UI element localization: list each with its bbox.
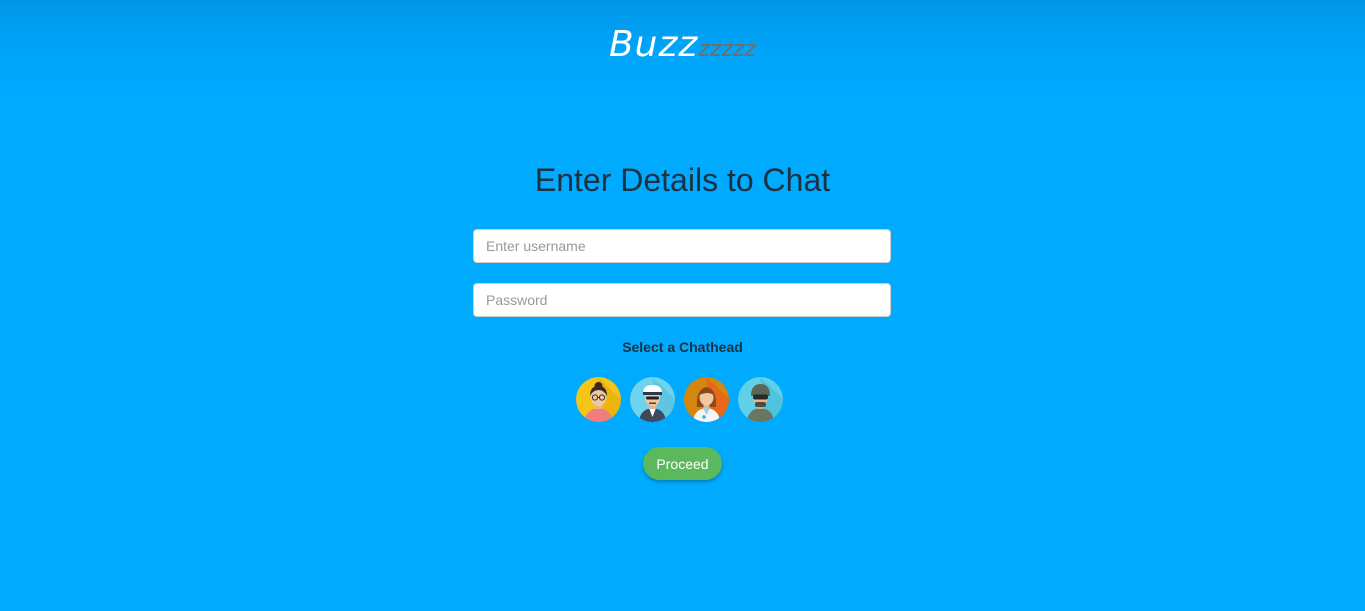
logo-main-text: Buzz — [608, 24, 699, 65]
chathead-option-4[interactable] — [738, 377, 783, 422]
woman-with-glasses-icon — [576, 377, 621, 422]
chathead-picker — [576, 377, 786, 423]
chathead-label: Select a Chathead — [622, 339, 743, 355]
username-input[interactable] — [473, 229, 891, 263]
logo-tail-text: zzzzz — [698, 37, 757, 62]
page-title: Enter Details to Chat — [534, 162, 831, 198]
app-logo[interactable]: Buzzzzzzz — [0, 24, 1365, 65]
pilot-icon — [630, 377, 675, 422]
chathead-option-2[interactable] — [630, 377, 675, 422]
chathead-option-1[interactable] — [576, 377, 621, 422]
proceed-button[interactable]: Proceed — [643, 447, 722, 480]
soldier-icon — [738, 377, 783, 422]
password-input[interactable] — [473, 283, 891, 317]
chathead-option-3[interactable] — [684, 377, 729, 422]
doctor-woman-icon — [684, 377, 729, 422]
